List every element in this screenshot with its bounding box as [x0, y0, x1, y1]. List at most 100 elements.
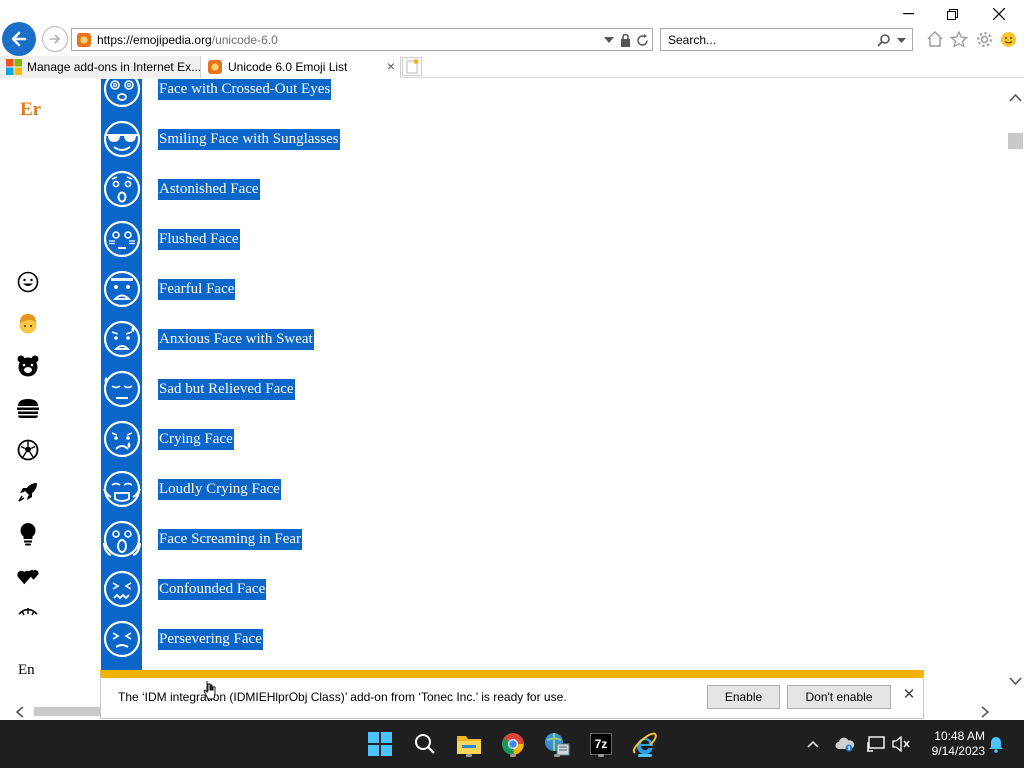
settings-gear-icon[interactable]	[974, 29, 994, 49]
dont-enable-button[interactable]: Don't enable	[787, 685, 891, 709]
windows-logo-icon	[6, 59, 22, 75]
tab-label: Manage add-ons in Internet Ex...	[27, 60, 202, 74]
url-text: https://emojipedia.org/unicode-6.0	[97, 33, 278, 47]
windows-taskbar: 7z 10:48 AM 9/14/2023	[0, 720, 1024, 768]
restore-button[interactable]	[941, 4, 963, 24]
url-path: /unicode-6.0	[211, 33, 278, 47]
forward-button[interactable]	[42, 26, 68, 52]
tab-unicode-emoji-list[interactable]: Unicode 6.0 Emoji List ×	[201, 56, 401, 78]
clock-date: 9/14/2023	[931, 744, 985, 758]
emojipedia-favicon-icon	[77, 33, 91, 47]
clock-time: 10:48 AM	[934, 729, 985, 743]
home-icon[interactable]	[925, 29, 945, 49]
crying-face-icon	[103, 420, 141, 458]
vertical-scroll-thumb[interactable]	[1008, 133, 1023, 149]
emoji-name-link[interactable]: Loudly Crying Face	[158, 479, 281, 500]
chrome-icon[interactable]	[498, 729, 528, 759]
emoji-name-link[interactable]: Fearful Face	[158, 279, 236, 300]
enable-button[interactable]: Enable	[707, 685, 780, 709]
7zip-icon[interactable]: 7z	[586, 729, 616, 759]
notification-bell-icon[interactable]	[986, 734, 1006, 754]
search-field[interactable]: Search...	[660, 28, 913, 51]
internet-explorer-icon[interactable]	[630, 729, 660, 759]
7zip-label: 7z	[590, 733, 612, 755]
chevron-up-icon[interactable]	[803, 734, 823, 754]
tab-label: Unicode 6.0 Emoji List	[228, 60, 348, 74]
search-dropdown-icon[interactable]	[893, 32, 909, 48]
page-content: Er En Face with Crossed-Out Eyes Smiling…	[0, 79, 1007, 703]
network-app-icon[interactable]	[542, 729, 572, 759]
dizzy-face-icon	[103, 79, 141, 108]
emoji-name-link[interactable]: Flushed Face	[158, 229, 240, 250]
network-monitor-icon[interactable]	[866, 734, 886, 754]
lock-icon[interactable]	[617, 32, 633, 48]
volume-muted-icon[interactable]	[891, 734, 911, 754]
start-icon[interactable]	[365, 729, 395, 759]
running-indicator	[466, 754, 472, 757]
smileys-icon[interactable]	[16, 270, 40, 294]
food-icon[interactable]	[16, 396, 40, 420]
emoji-name-link[interactable]: Sad but Relieved Face	[158, 379, 295, 400]
new-tab-icon	[406, 59, 419, 74]
minimize-button[interactable]	[897, 4, 919, 24]
sad-relieved-face-icon	[103, 370, 141, 408]
people-icon[interactable]	[16, 312, 40, 336]
address-bar[interactable]: https://emojipedia.org/unicode-6.0	[71, 28, 653, 51]
file-explorer-icon[interactable]	[454, 729, 484, 759]
symbols-hearts-icon[interactable]	[16, 564, 40, 588]
running-indicator	[598, 754, 604, 757]
scroll-up-icon[interactable]	[1009, 93, 1022, 102]
mouse-cursor-icon	[203, 681, 216, 700]
activity-icon[interactable]	[16, 438, 40, 462]
horizontal-scroll-thumb[interactable]	[34, 707, 100, 716]
fearful-face-icon	[103, 270, 141, 308]
site-logo[interactable]: Er	[20, 99, 41, 121]
running-indicator	[510, 754, 516, 757]
arrow-right-icon	[50, 34, 61, 44]
flushed-face-icon	[103, 220, 141, 258]
refresh-icon[interactable]	[634, 32, 650, 48]
smiley-feedback-icon[interactable]	[998, 29, 1018, 49]
close-tab-icon[interactable]: ×	[384, 59, 398, 73]
persevering-face-icon	[103, 620, 141, 658]
favorites-star-icon[interactable]	[949, 29, 969, 49]
confounded-face-icon	[103, 570, 141, 608]
search-icon[interactable]	[410, 729, 440, 759]
system-clock[interactable]: 10:48 AM 9/14/2023	[925, 729, 985, 759]
emoji-name-link[interactable]: Face Screaming in Fear	[158, 529, 303, 550]
close-window-button[interactable]	[988, 4, 1010, 24]
new-tab-button[interactable]	[402, 57, 422, 76]
emoji-name-link[interactable]: Face with Crossed-Out Eyes	[158, 79, 332, 100]
arrow-left-icon	[11, 31, 27, 47]
dropdown-icon[interactable]	[601, 32, 617, 48]
search-placeholder: Search...	[668, 33, 717, 47]
close-notification-icon[interactable]: ✕	[902, 687, 916, 702]
emojipedia-favicon-icon	[208, 60, 222, 74]
language-selector[interactable]: En	[18, 662, 35, 679]
anxious-sweat-face-icon	[103, 320, 141, 358]
scroll-right-icon[interactable]	[981, 706, 990, 718]
screaming-face-icon	[102, 520, 142, 558]
emoji-name-link[interactable]: Anxious Face with Sweat	[158, 329, 314, 350]
emoji-name-link[interactable]: Confounded Face	[158, 579, 267, 600]
search-icon[interactable]	[876, 32, 892, 48]
flags-icon[interactable]	[16, 606, 40, 620]
scroll-left-icon[interactable]	[15, 706, 24, 718]
onedrive-cloud-icon[interactable]	[835, 734, 855, 754]
back-button[interactable]	[2, 22, 36, 56]
notification-message: The ‘IDM integration (IDMIEHlprObj Class…	[118, 690, 567, 704]
browser-toolbar: https://emojipedia.org/unicode-6.0 Searc…	[0, 0, 1024, 56]
running-indicator	[554, 754, 560, 757]
emoji-name-link[interactable]: Persevering Face	[158, 629, 263, 650]
objects-lightbulb-icon[interactable]	[16, 522, 40, 546]
travel-rocket-icon[interactable]	[16, 480, 40, 504]
addon-notification-bar: The ‘IDM integration (IDMIEHlprObj Class…	[100, 670, 924, 719]
astonished-face-icon	[103, 170, 141, 208]
emoji-name-link[interactable]: Smiling Face with Sunglasses	[158, 129, 340, 150]
emoji-name-link[interactable]: Crying Face	[158, 429, 234, 450]
emoji-name-link[interactable]: Astonished Face	[158, 179, 260, 200]
scroll-down-icon[interactable]	[1009, 677, 1022, 686]
animals-icon[interactable]	[16, 354, 40, 378]
tab-manage-addons[interactable]: Manage add-ons in Internet Ex...	[0, 56, 201, 78]
vertical-scrollbar[interactable]	[1007, 79, 1024, 703]
